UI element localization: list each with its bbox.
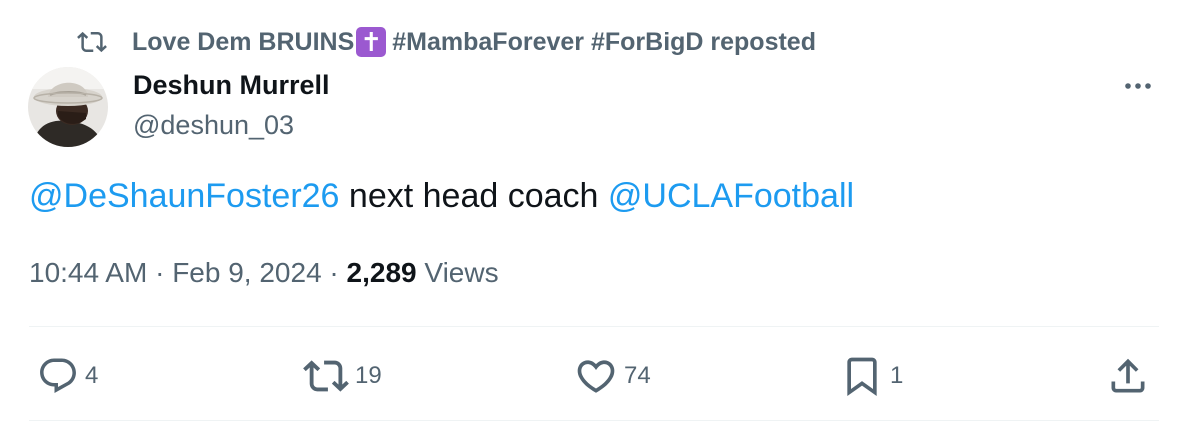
reply-icon bbox=[40, 358, 76, 393]
repost-icon bbox=[76, 26, 108, 58]
author-display-name[interactable]: Deshun Murrell bbox=[133, 70, 330, 101]
divider bbox=[29, 420, 1159, 421]
bookmark-button[interactable]: 1 bbox=[840, 354, 903, 398]
tweet-date[interactable]: Feb 9, 2024 bbox=[172, 257, 321, 288]
more-options-button[interactable] bbox=[1118, 70, 1158, 102]
divider bbox=[29, 326, 1159, 327]
cross-emoji-icon: ✝ bbox=[356, 27, 387, 57]
tweet-text: @DeShaunFoster26 next head coach @UCLAFo… bbox=[29, 177, 854, 216]
meta-separator: · bbox=[147, 257, 173, 288]
meta-separator: · bbox=[321, 257, 347, 288]
repost-suffix: #MambaForever #ForBigD reposted bbox=[392, 27, 816, 56]
repost-icon bbox=[303, 360, 349, 392]
mention-link[interactable]: @UCLAFootball bbox=[608, 177, 854, 215]
views-label: Views bbox=[416, 257, 499, 288]
more-icon bbox=[1125, 83, 1151, 89]
tweet-meta: 10:44 AM · Feb 9, 2024 · 2,289 Views bbox=[29, 257, 499, 289]
reply-button[interactable]: 4 bbox=[37, 354, 98, 398]
views-count: 2,289 bbox=[346, 257, 417, 288]
bookmark-icon bbox=[847, 357, 877, 397]
tweet-body-text: next head coach bbox=[339, 177, 608, 215]
reposter-name: Love Dem BRUINS bbox=[132, 27, 355, 56]
bookmark-count: 1 bbox=[890, 362, 904, 389]
mention-link[interactable]: @DeShaunFoster26 bbox=[29, 177, 339, 215]
heart-icon bbox=[577, 360, 615, 393]
avatar[interactable] bbox=[28, 67, 108, 147]
like-count: 74 bbox=[624, 362, 651, 389]
repost-button[interactable]: 19 bbox=[303, 354, 382, 398]
reply-count: 4 bbox=[85, 362, 99, 389]
tweet-time[interactable]: 10:44 AM bbox=[29, 257, 147, 288]
repost-count: 19 bbox=[355, 362, 382, 389]
author-handle[interactable]: @deshun_03 bbox=[133, 110, 294, 141]
share-button[interactable] bbox=[1106, 354, 1150, 398]
like-button[interactable]: 74 bbox=[574, 354, 651, 398]
repost-label[interactable]: Love Dem BRUINS ✝ #MambaForever #ForBigD … bbox=[132, 27, 816, 57]
repost-header: Love Dem BRUINS ✝ #MambaForever #ForBigD … bbox=[76, 26, 816, 58]
share-icon bbox=[1111, 358, 1145, 393]
